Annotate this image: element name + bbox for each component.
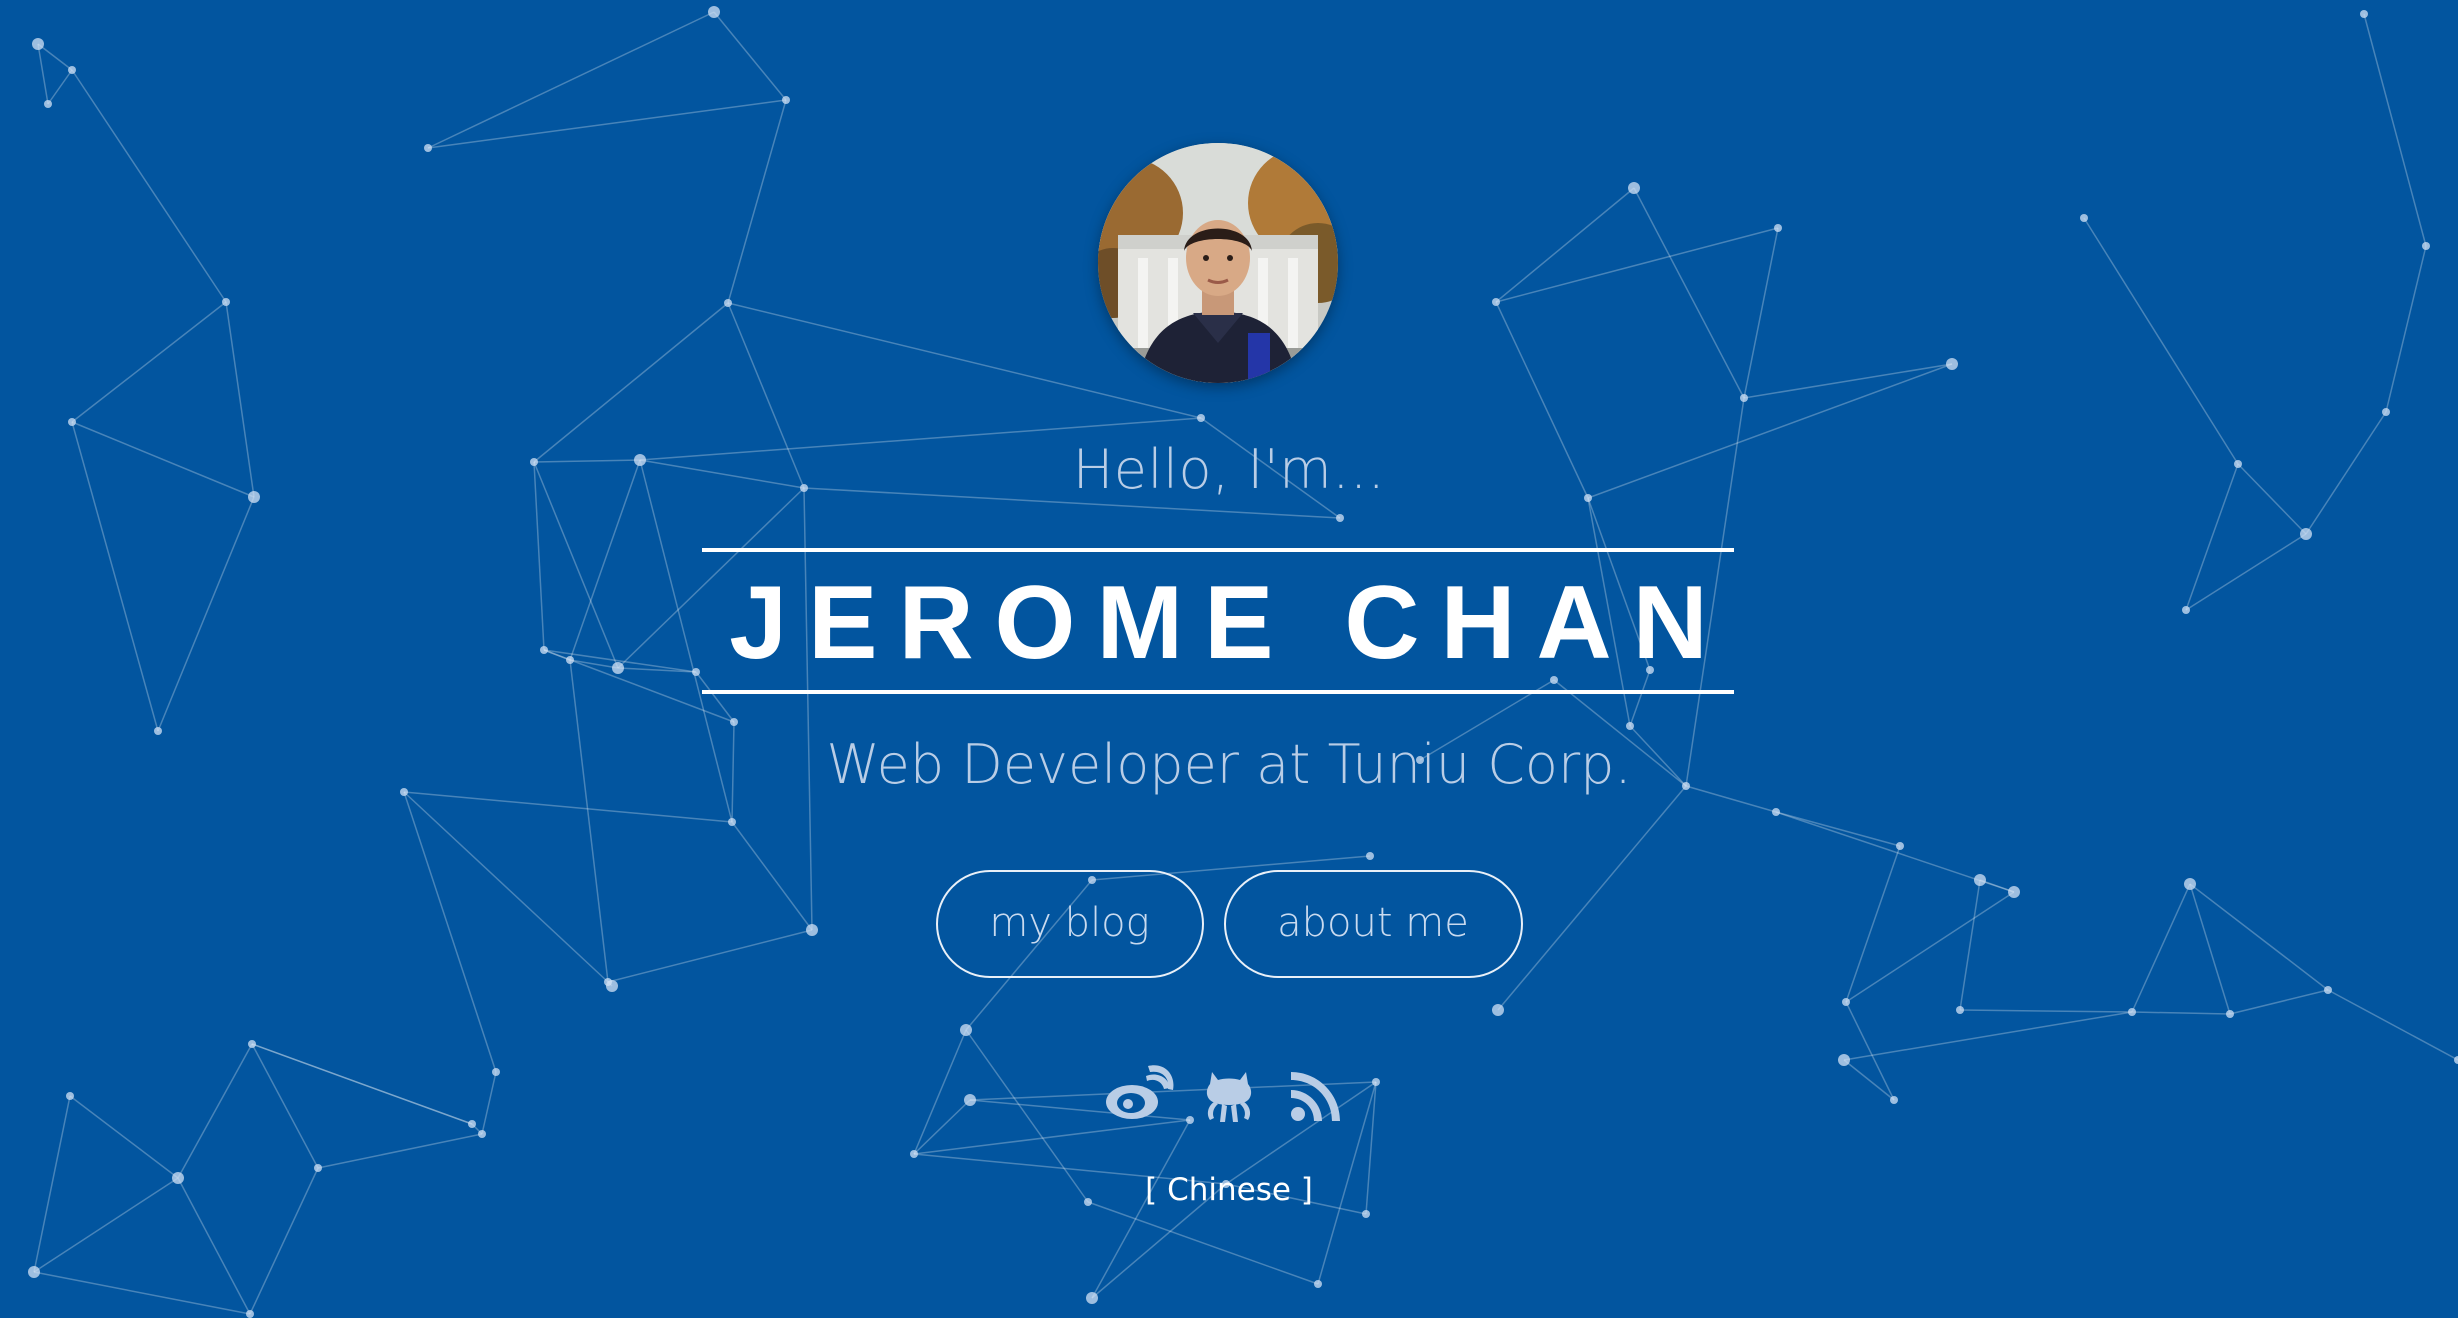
network-node (1086, 1292, 1098, 1304)
network-node (1362, 1210, 1370, 1218)
network-link (403, 791, 733, 823)
network-link (1743, 227, 1779, 399)
network-node (68, 418, 76, 426)
network-link (727, 99, 787, 304)
network-link (317, 1133, 483, 1169)
network-node (2382, 408, 2390, 416)
page-background: Hello, I'm... JEROME CHAN Web Developer … (0, 0, 2458, 1318)
network-node (1366, 852, 1374, 860)
network-node (728, 818, 736, 826)
github-icon[interactable] (1194, 1062, 1264, 1124)
rss-icon[interactable] (1284, 1062, 1354, 1124)
network-node (724, 299, 732, 307)
network-node (424, 144, 432, 152)
network-node (1946, 358, 1958, 370)
network-node (2360, 10, 2368, 18)
network-link (1743, 363, 1953, 399)
network-node (1628, 182, 1640, 194)
network-node (910, 1150, 918, 1158)
network-node (1774, 224, 1782, 232)
page-title: JEROME CHAN (729, 565, 1729, 681)
language-bracket-close: ] (1300, 1172, 1313, 1208)
network-link (1495, 187, 1635, 303)
network-node (28, 1266, 40, 1278)
network-link (427, 11, 715, 149)
network-node (1842, 998, 1850, 1006)
network-link (2229, 989, 2329, 1015)
network-node (2080, 214, 2088, 222)
network-node (1336, 514, 1344, 522)
network-node (2128, 1008, 2136, 1016)
network-link (47, 69, 73, 105)
about-me-button[interactable]: about me (1223, 870, 1523, 978)
network-link (2083, 217, 2239, 465)
avatar-image (1098, 143, 1338, 383)
network-node (248, 1040, 256, 1048)
network-link (2385, 245, 2427, 413)
network-link (2131, 1011, 2231, 1015)
network-link (37, 43, 49, 105)
network-link (71, 69, 227, 303)
network-node (246, 1310, 254, 1318)
greeting-text: Hello, I'm... (1072, 438, 1386, 501)
network-node (44, 100, 52, 108)
network-node (1626, 722, 1634, 730)
network-node (1740, 394, 1748, 402)
network-node (1314, 1280, 1322, 1288)
my-blog-button[interactable]: my blog (935, 870, 1204, 978)
network-node (1896, 842, 1904, 850)
language-bracket-open: [ (1145, 1172, 1158, 1208)
chinese-language-link[interactable]: Chinese (1167, 1172, 1291, 1208)
network-link (2327, 989, 2458, 1061)
network-link (803, 487, 813, 931)
job-title: Web Developer at Tuniu Corp. (826, 733, 1632, 796)
network-node (478, 1130, 486, 1138)
network-node (606, 980, 618, 992)
network-node (1772, 808, 1780, 816)
name-divider-top (702, 548, 1734, 552)
network-node (314, 1164, 322, 1172)
network-link (2363, 13, 2427, 247)
network-link (1775, 811, 1901, 847)
language-switch: [ Chinese ] (0, 1172, 2458, 1208)
network-node (1492, 1004, 1504, 1016)
network-link (713, 11, 787, 101)
network-node (1197, 414, 1205, 422)
network-node (68, 66, 76, 74)
network-node (1492, 298, 1500, 306)
weibo-icon[interactable] (1104, 1062, 1174, 1124)
network-node (730, 718, 738, 726)
avatar (1098, 143, 1338, 383)
network-node (960, 1024, 972, 1036)
nav-buttons: my blog about me (0, 870, 2458, 978)
network-node (2324, 986, 2332, 994)
network-node (782, 96, 790, 104)
network-link (1495, 227, 1779, 303)
network-node (2422, 242, 2430, 250)
network-node (1956, 1006, 1964, 1014)
network-link (1633, 187, 1745, 399)
network-link (1959, 1009, 2133, 1013)
network-node (2300, 528, 2312, 540)
network-node (708, 6, 720, 18)
network-link (71, 301, 227, 423)
network-link (33, 1271, 251, 1315)
name-divider-bottom (702, 690, 1734, 694)
network-node (32, 38, 44, 50)
network-link (1843, 1011, 2133, 1061)
network-link (37, 43, 73, 71)
network-node (222, 298, 230, 306)
network-node (2226, 1010, 2234, 1018)
network-link (913, 1119, 1191, 1155)
network-link (427, 99, 787, 149)
social-links (0, 1062, 2458, 1124)
